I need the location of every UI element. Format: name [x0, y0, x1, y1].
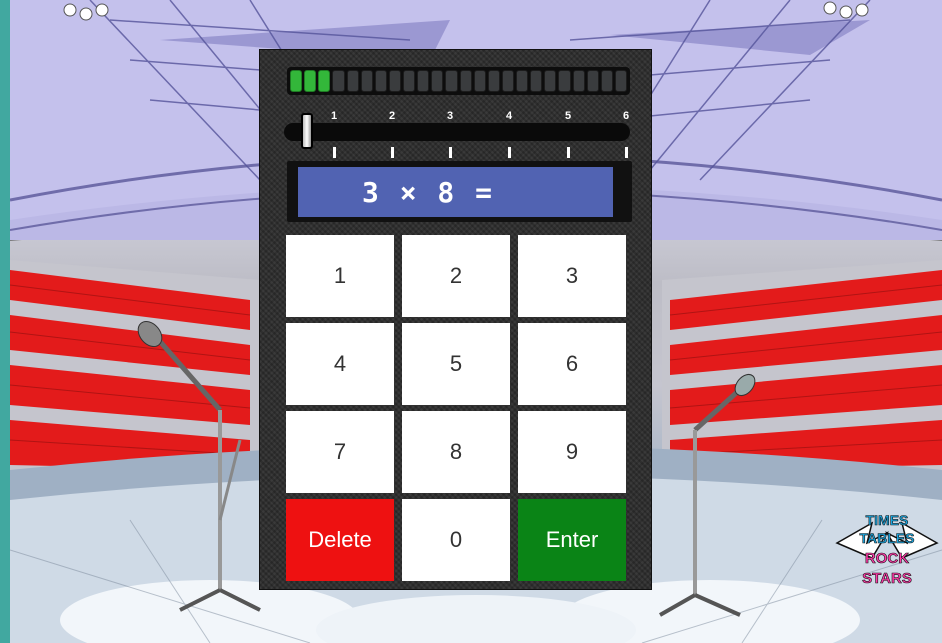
question-text: 3 × 8 =	[362, 175, 495, 209]
progress-segment	[544, 70, 557, 92]
svg-text:STARS: STARS	[862, 570, 912, 587]
progress-segment	[304, 70, 317, 92]
times-tables-rock-stars-logo: TIMES TABLES ROCK STARS	[835, 512, 939, 587]
key-4[interactable]: 4	[286, 323, 394, 405]
difficulty-slider[interactable]: 1 2 3 4 5 6	[284, 108, 632, 168]
progress-segment	[473, 70, 486, 92]
progress-bar	[287, 67, 630, 95]
slider-tick-label: 5	[565, 110, 572, 122]
slider-tick	[508, 147, 511, 158]
key-2[interactable]: 2	[402, 235, 510, 317]
progress-segment	[346, 70, 359, 92]
progress-segment	[501, 70, 514, 92]
progress-segment	[417, 70, 430, 92]
key-5[interactable]: 5	[402, 323, 510, 405]
enter-button[interactable]: Enter	[518, 499, 626, 581]
delete-button[interactable]: Delete	[286, 499, 394, 581]
question-display-frame: 3 × 8 =	[287, 161, 632, 222]
progress-segment	[388, 70, 401, 92]
slider-tick	[391, 147, 394, 158]
slider-tick	[449, 147, 452, 158]
svg-text:ROCK: ROCK	[865, 550, 909, 567]
key-0[interactable]: 0	[402, 499, 510, 581]
progress-segment	[600, 70, 613, 92]
progress-segment	[290, 70, 303, 92]
progress-segment	[403, 70, 416, 92]
keypad-panel: 123456 3 × 8 = 1 2 3 4 5 6 7 8 9 Delete 0 Enter	[259, 49, 652, 590]
slider-tick-label: 1	[331, 110, 338, 122]
progress-segment	[318, 70, 331, 92]
progress-segment	[572, 70, 585, 92]
progress-segment	[614, 70, 627, 92]
slider-tick-label: 2	[389, 110, 396, 122]
key-1[interactable]: 1	[286, 235, 394, 317]
slider-tick-label: 3	[447, 110, 454, 122]
svg-text:TIMES: TIMES	[866, 512, 909, 528]
progress-segment	[530, 70, 543, 92]
progress-segment	[360, 70, 373, 92]
microphone-stand-right	[659, 373, 756, 617]
progress-segment	[332, 70, 345, 92]
svg-text:TABLES: TABLES	[860, 530, 915, 546]
progress-segment	[586, 70, 599, 92]
progress-segment	[459, 70, 472, 92]
progress-segment	[431, 70, 444, 92]
key-9[interactable]: 9	[518, 411, 626, 493]
key-6[interactable]: 6	[518, 323, 626, 405]
slider-tick-label: 4	[506, 110, 513, 122]
progress-segment	[558, 70, 571, 92]
slider-tick	[567, 147, 570, 158]
progress-segment	[487, 70, 500, 92]
progress-segment	[445, 70, 458, 92]
progress-segment	[374, 70, 387, 92]
slider-tick-label: 6	[623, 110, 630, 122]
slider-tick	[625, 147, 628, 158]
key-3[interactable]: 3	[518, 235, 626, 317]
slider-track[interactable]	[284, 123, 630, 141]
slider-tick	[333, 147, 336, 158]
key-8[interactable]: 8	[402, 411, 510, 493]
microphone-stand-left	[137, 320, 261, 612]
question-display: 3 × 8 =	[298, 167, 613, 217]
progress-segment	[516, 70, 529, 92]
slider-thumb[interactable]	[301, 113, 313, 149]
key-7[interactable]: 7	[286, 411, 394, 493]
